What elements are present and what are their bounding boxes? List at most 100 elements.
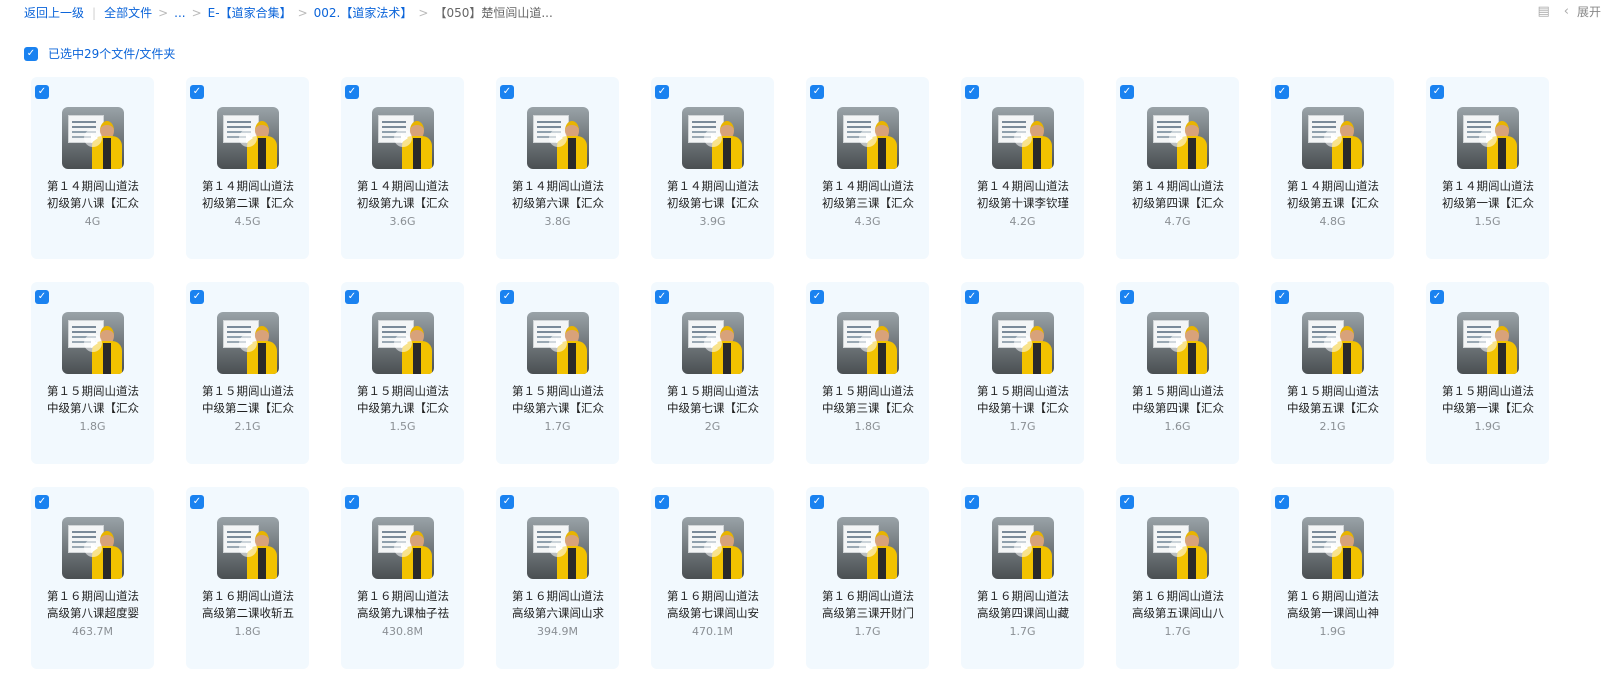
file-size: 4.3G: [854, 215, 881, 228]
file-card[interactable]: ✓ 第１４期闾山道法初级第二课【汇众 4.5G: [186, 77, 309, 259]
crumb-daojia-fashu[interactable]: 002.【道家法术】: [314, 4, 413, 21]
file-card[interactable]: ✓ 第１６期闾山道法高级第六课闾山求 394.9M: [496, 487, 619, 669]
file-card[interactable]: ✓ 第１４期闾山道法初级第六课【汇众 3.8G: [496, 77, 619, 259]
file-card[interactable]: ✓ 第１６期闾山道法高级第二课收斩五 1.8G: [186, 487, 309, 669]
file-checkbox[interactable]: ✓: [345, 290, 359, 304]
video-thumbnail: [217, 107, 279, 169]
file-size: 430.8M: [382, 625, 423, 638]
video-thumbnail: [217, 312, 279, 374]
file-checkbox[interactable]: ✓: [345, 85, 359, 99]
divider: |: [92, 5, 97, 20]
crumb-daojia-heji[interactable]: E-【道家合集】: [208, 4, 292, 21]
file-checkbox[interactable]: ✓: [1275, 495, 1289, 509]
file-size: 1.7G: [1009, 625, 1036, 638]
video-thumbnail: [527, 312, 589, 374]
video-thumbnail: [682, 107, 744, 169]
play-icon: [1324, 539, 1342, 557]
file-checkbox[interactable]: ✓: [965, 85, 979, 99]
video-thumbnail: [1457, 107, 1519, 169]
play-icon: [1014, 539, 1032, 557]
file-card[interactable]: ✓ 第１４期闾山道法初级第七课【汇众 3.9G: [651, 77, 774, 259]
file-size: 4G: [84, 215, 101, 228]
file-card[interactable]: ✓ 第１６期闾山道法高级第八课超度婴 463.7M: [31, 487, 154, 669]
file-checkbox[interactable]: ✓: [1120, 85, 1134, 99]
file-card[interactable]: ✓ 第１６期闾山道法高级第七课闾山安 470.1M: [651, 487, 774, 669]
file-card[interactable]: ✓ 第１４期闾山道法初级第十课李钦瑾 4.2G: [961, 77, 1084, 259]
file-card[interactable]: ✓ 第１５期闾山道法中级第三课【汇众 1.8G: [806, 282, 929, 464]
crumb-separator-icon: >: [297, 5, 308, 20]
video-thumbnail: [992, 517, 1054, 579]
file-checkbox[interactable]: ✓: [500, 85, 514, 99]
file-name: 第１５期闾山道法中级第八课【汇众: [47, 384, 139, 415]
file-checkbox[interactable]: ✓: [1430, 290, 1444, 304]
file-checkbox[interactable]: ✓: [1275, 290, 1289, 304]
file-card[interactable]: ✓ 第１４期闾山道法初级第九课【汇众 3.6G: [341, 77, 464, 259]
file-checkbox[interactable]: ✓: [810, 290, 824, 304]
play-icon: [549, 539, 567, 557]
file-checkbox[interactable]: ✓: [965, 290, 979, 304]
video-thumbnail: [1302, 517, 1364, 579]
file-checkbox[interactable]: ✓: [655, 290, 669, 304]
crumb-ellipsis[interactable]: ...: [174, 6, 185, 20]
file-checkbox[interactable]: ✓: [35, 290, 49, 304]
play-icon: [84, 129, 102, 147]
file-name: 第１６期闾山道法高级第三课开财门: [822, 589, 914, 620]
list-view-icon[interactable]: ▤: [1537, 4, 1549, 19]
video-thumbnail: [837, 107, 899, 169]
file-checkbox[interactable]: ✓: [35, 85, 49, 99]
file-size: 3.9G: [699, 215, 726, 228]
file-checkbox[interactable]: ✓: [190, 85, 204, 99]
file-name: 第１５期闾山道法中级第五课【汇众: [1287, 384, 1379, 415]
file-checkbox[interactable]: ✓: [655, 495, 669, 509]
file-checkbox[interactable]: ✓: [345, 495, 359, 509]
file-card[interactable]: ✓ 第１６期闾山道法高级第九课柚子祛 430.8M: [341, 487, 464, 669]
file-name: 第１６期闾山道法高级第五课闾山八: [1132, 589, 1224, 620]
crumb-all-files[interactable]: 全部文件: [104, 4, 152, 21]
expand-button[interactable]: ‹ 展开: [1564, 3, 1601, 20]
file-card[interactable]: ✓ 第１６期闾山道法高级第四课闾山藏 1.7G: [961, 487, 1084, 669]
file-card[interactable]: ✓ 第１５期闾山道法中级第八课【汇众 1.8G: [31, 282, 154, 464]
file-checkbox[interactable]: ✓: [965, 495, 979, 509]
file-card[interactable]: ✓ 第１４期闾山道法初级第一课【汇众 1.5G: [1426, 77, 1549, 259]
file-card[interactable]: ✓ 第１４期闾山道法初级第五课【汇众 4.8G: [1271, 77, 1394, 259]
file-checkbox[interactable]: ✓: [35, 495, 49, 509]
file-card[interactable]: ✓ 第１５期闾山道法中级第五课【汇众 2.1G: [1271, 282, 1394, 464]
select-all-checkbox[interactable]: ✓: [24, 46, 38, 61]
file-card[interactable]: ✓ 第１５期闾山道法中级第一课【汇众 1.9G: [1426, 282, 1549, 464]
file-card[interactable]: ✓ 第１４期闾山道法初级第四课【汇众 4.7G: [1116, 77, 1239, 259]
file-checkbox[interactable]: ✓: [1120, 290, 1134, 304]
file-checkbox[interactable]: ✓: [810, 495, 824, 509]
file-card[interactable]: ✓ 第１５期闾山道法中级第十课【汇众 1.7G: [961, 282, 1084, 464]
file-card[interactable]: ✓ 第１５期闾山道法中级第二课【汇众 2.1G: [186, 282, 309, 464]
file-name: 第１４期闾山道法初级第五课【汇众: [1287, 179, 1379, 210]
file-checkbox[interactable]: ✓: [190, 290, 204, 304]
file-name: 第１６期闾山道法高级第四课闾山藏: [977, 589, 1069, 620]
file-card[interactable]: ✓ 第１６期闾山道法高级第三课开财门 1.7G: [806, 487, 929, 669]
file-checkbox[interactable]: ✓: [655, 85, 669, 99]
file-size: 1.9G: [1474, 420, 1501, 433]
file-checkbox[interactable]: ✓: [500, 495, 514, 509]
file-size: 2.1G: [1319, 420, 1346, 433]
file-name: 第１６期闾山道法高级第二课收斩五: [202, 589, 294, 620]
file-checkbox[interactable]: ✓: [190, 495, 204, 509]
play-icon: [1014, 334, 1032, 352]
file-card[interactable]: ✓ 第１４期闾山道法初级第三课【汇众 4.3G: [806, 77, 929, 259]
file-card[interactable]: ✓ 第１６期闾山道法高级第五课闾山八 1.7G: [1116, 487, 1239, 669]
file-card[interactable]: ✓ 第１５期闾山道法中级第七课【汇众 2G: [651, 282, 774, 464]
file-name: 第１４期闾山道法初级第七课【汇众: [667, 179, 759, 210]
file-name: 第１６期闾山道法高级第九课柚子祛: [357, 589, 449, 620]
file-card[interactable]: ✓ 第１５期闾山道法中级第四课【汇众 1.6G: [1116, 282, 1239, 464]
play-icon: [239, 129, 257, 147]
back-link[interactable]: 返回上一级: [24, 4, 84, 21]
play-icon: [859, 539, 877, 557]
file-card[interactable]: ✓ 第１５期闾山道法中级第六课【汇众 1.7G: [496, 282, 619, 464]
file-checkbox[interactable]: ✓: [810, 85, 824, 99]
file-card[interactable]: ✓ 第１６期闾山道法高级第一课闾山神 1.9G: [1271, 487, 1394, 669]
file-card[interactable]: ✓ 第１５期闾山道法中级第九课【汇众 1.5G: [341, 282, 464, 464]
file-checkbox[interactable]: ✓: [1430, 85, 1444, 99]
file-checkbox[interactable]: ✓: [1120, 495, 1134, 509]
file-checkbox[interactable]: ✓: [500, 290, 514, 304]
file-checkbox[interactable]: ✓: [1275, 85, 1289, 99]
file-card[interactable]: ✓ 第１４期闾山道法初级第八课【汇众 4G: [31, 77, 154, 259]
file-name: 第１６期闾山道法高级第七课闾山安: [667, 589, 759, 620]
